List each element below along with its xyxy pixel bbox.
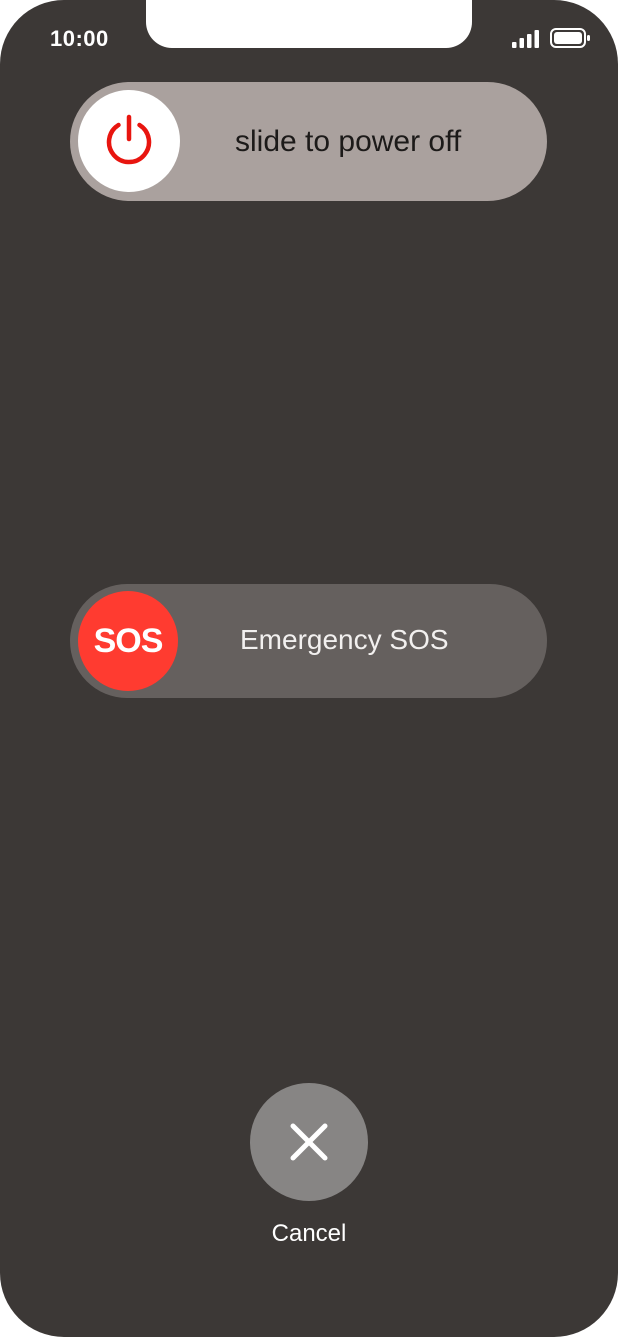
battery-icon xyxy=(550,28,590,48)
close-icon xyxy=(290,1123,328,1161)
display-notch xyxy=(146,0,472,48)
power-off-screen: 10:00 slide to power off SOS Emergency S… xyxy=(0,0,618,1337)
power-icon xyxy=(106,114,152,165)
cancel-button[interactable] xyxy=(250,1083,368,1201)
status-bar-time: 10:00 xyxy=(50,26,109,51)
sos-knob-label: SOS xyxy=(93,622,164,660)
power-off-label: slide to power off xyxy=(235,125,462,158)
sos-slider-knob[interactable]: SOS xyxy=(78,591,178,691)
power-slider-knob[interactable] xyxy=(78,90,180,192)
emergency-sos-slider[interactable]: SOS Emergency SOS xyxy=(70,584,547,698)
emergency-sos-label: Emergency SOS xyxy=(240,624,449,655)
cellular-signal-icon xyxy=(512,30,539,48)
cancel-label: Cancel xyxy=(271,1220,347,1247)
power-off-slider[interactable]: slide to power off xyxy=(70,82,547,201)
